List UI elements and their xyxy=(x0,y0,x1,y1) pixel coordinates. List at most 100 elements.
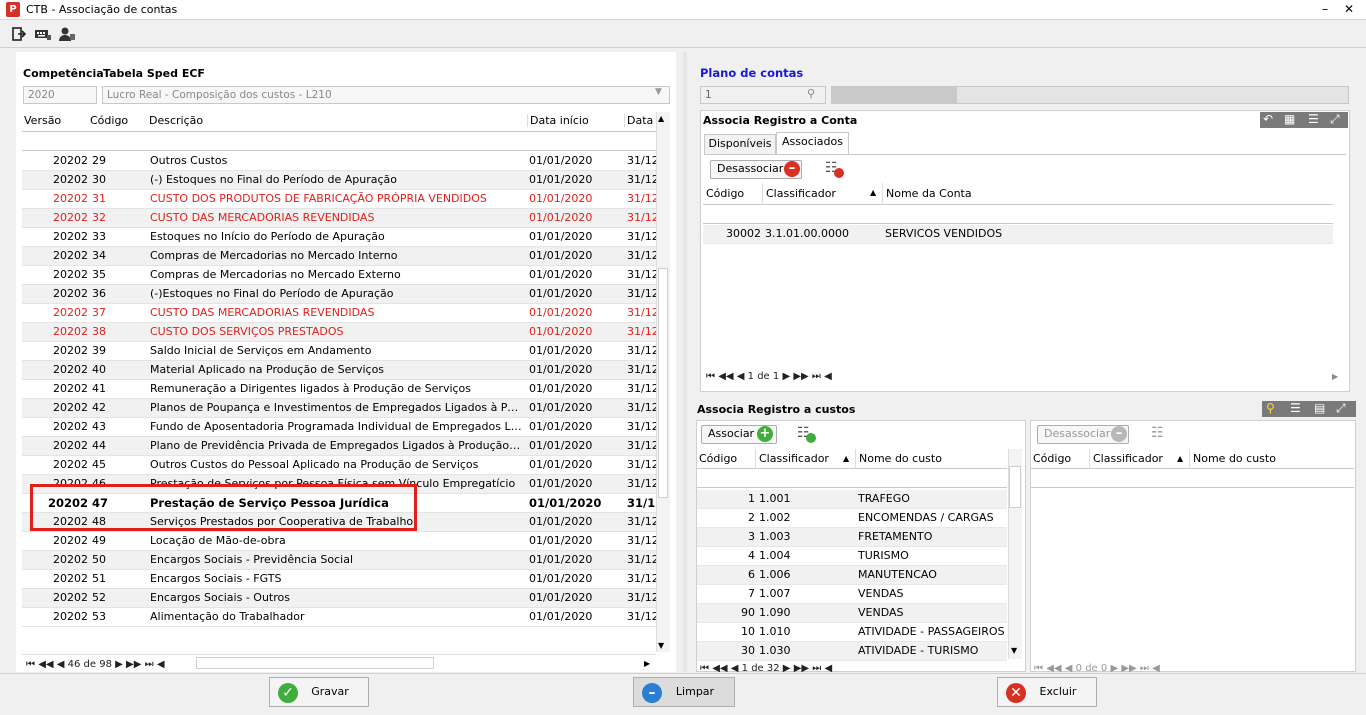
next-block-icon[interactable]: ▶▶ xyxy=(126,659,141,670)
custo-row[interactable]: 7 1.007 VENDAS xyxy=(697,585,1007,604)
list-view-icon[interactable]: ☰ xyxy=(1308,112,1319,126)
table-row[interactable]: 20202 51 Encargos Sociais - FGTS 01/01/2020… xyxy=(22,570,657,589)
minimize-button[interactable]: – xyxy=(1314,0,1336,20)
left-h-scroll-thumb[interactable] xyxy=(196,657,434,669)
chevron-down-icon[interactable]: ▼ xyxy=(655,87,662,97)
table-row[interactable]: 20202 50 Encargos Sociais - Previdência So… xyxy=(22,551,657,570)
conta-col-classificador[interactable]: Classificador xyxy=(762,183,836,205)
col-data[interactable]: Data xyxy=(624,114,653,127)
sort-asc-icon[interactable]: ▲ xyxy=(870,188,876,197)
prev-block-icon[interactable]: ◀◀ xyxy=(718,371,733,382)
custo-row[interactable]: 6 1.006 MANUTENCAO xyxy=(697,566,1007,585)
table-row[interactable]: 20202 45 Outros Custos do Pessoal Aplicado… xyxy=(22,456,657,475)
prev-block-icon[interactable]: ◀◀ xyxy=(38,659,53,670)
assoc-custos-col-codigo[interactable]: Código xyxy=(1033,452,1071,465)
table-row[interactable]: 20202 43 Fundo de Aposentadoria Programada… xyxy=(22,418,657,437)
search-icon[interactable]: ⚲ xyxy=(1266,401,1275,415)
scroll-left-icon[interactable]: ◀ xyxy=(157,659,165,670)
conta-col-codigo[interactable]: Código xyxy=(706,187,744,200)
calendar-icon[interactable]: ▤ xyxy=(1314,401,1325,415)
user-icon[interactable] xyxy=(58,26,76,42)
table-row[interactable]: 20202 37 CUSTO DAS MERCADORIAS REVENDIDAS 0… xyxy=(22,304,657,323)
table-row[interactable]: 20202 33 Estoques no Início do Período de … xyxy=(22,228,657,247)
filter-row[interactable] xyxy=(22,133,656,151)
table-row[interactable]: 20202 36 (-)Estoques no Final do Período d… xyxy=(22,285,657,304)
scroll-down-icon[interactable]: ▼ xyxy=(658,641,664,650)
expand-icon[interactable]: ⤢ xyxy=(1336,401,1346,416)
custo-row[interactable]: 2 1.002 ENCOMENDAS / CARGAS xyxy=(697,509,1007,528)
assoc-custos-filter-row[interactable] xyxy=(1031,470,1354,488)
table-row[interactable]: 20202 34 Compras de Mercadorias no Mercado… xyxy=(22,247,657,266)
excluir-button[interactable]: ✕ Excluir xyxy=(997,677,1097,707)
custos-col-classificador[interactable]: Classificador xyxy=(755,449,829,469)
remove-list-icon[interactable]: ☷ xyxy=(1151,425,1164,441)
custos-filter-row[interactable] xyxy=(697,470,1007,488)
table-row[interactable]: 20202 40 Material Aplicado na Produção de … xyxy=(22,361,657,380)
next-page-icon[interactable]: ▶ xyxy=(782,371,790,382)
table-row[interactable]: 20202 41 Remuneração a Dirigentes ligados … xyxy=(22,380,657,399)
conta-col-nome[interactable]: Nome da Conta xyxy=(882,183,972,205)
custos-col-codigo[interactable]: Código xyxy=(699,452,737,465)
table-row[interactable]: 20202 35 Compras de Mercadorias no Mercado… xyxy=(22,266,657,285)
keyboard-icon[interactable] xyxy=(34,26,52,42)
table-row[interactable]: 20202 49 Locação de Mão-de-obra 01/01/2020 3… xyxy=(22,532,657,551)
col-descricao[interactable]: Descrição xyxy=(149,114,203,127)
limpar-button[interactable]: – Limpar xyxy=(633,677,735,707)
custo-row[interactable]: 1 1.001 TRAFEGO xyxy=(697,490,1007,509)
table-row[interactable]: 20202 29 Outros Custos 01/01/2020 31/12 xyxy=(22,152,657,171)
assoc-custos-col-nome[interactable]: Nome do custo xyxy=(1189,449,1276,469)
cell-ver: 20202 xyxy=(53,534,88,547)
table-row[interactable]: 20202 32 CUSTO DAS MERCADORIAS REVENDIDAS 0… xyxy=(22,209,657,228)
scroll-down-icon[interactable]: ▼ xyxy=(1011,646,1017,655)
scroll-right-icon[interactable]: ▶ xyxy=(644,659,650,668)
custos-scroll-thumb[interactable] xyxy=(1009,466,1021,508)
table-row[interactable]: 20202 30 (-) Estoques no Final do Período … xyxy=(22,171,657,190)
last-page-icon[interactable]: ⏭ xyxy=(145,659,154,670)
col-versao[interactable]: Versão xyxy=(24,114,61,127)
table-row[interactable]: 20202 38 CUSTO DOS SERVIÇOS PRESTADOS 01/01… xyxy=(22,323,657,342)
scroll-right-icon[interactable]: ▶ xyxy=(1332,372,1338,381)
first-page-icon[interactable]: ⏮ xyxy=(26,659,35,670)
custo-row[interactable]: 10 1.010 ATIVIDADE - PASSAGEIROS xyxy=(697,623,1007,642)
scroll-up-icon[interactable]: ▲ xyxy=(658,114,664,123)
next-page-icon[interactable]: ▶ xyxy=(115,659,123,670)
panel-splitter[interactable] xyxy=(683,52,687,672)
sort-asc-icon[interactable]: ▲ xyxy=(843,454,849,463)
table-row[interactable]: 20202 44 Plano de Previdência Privada de E… xyxy=(22,437,657,456)
first-page-icon[interactable]: ⏮ xyxy=(706,371,715,382)
tabela-sped-select[interactable]: Lucro Real - Composição dos custos - L21… xyxy=(102,86,670,104)
table-row[interactable]: 20202 31 CUSTO DOS PRODUTOS DE FABRICAÇÃO … xyxy=(22,190,657,209)
tab-associados[interactable]: Associados xyxy=(776,132,849,155)
custo-row[interactable]: 90 1.090 VENDAS xyxy=(697,604,1007,623)
grid-view-icon[interactable]: ▦ xyxy=(1284,112,1295,126)
custo-row[interactable]: 30 1.030 ATIVIDADE - TURISMO xyxy=(697,642,1007,661)
conta-filter-row[interactable] xyxy=(703,206,1333,224)
last-page-icon[interactable]: ⏭ xyxy=(812,371,821,382)
prev-page-icon[interactable]: ◀ xyxy=(57,659,65,670)
table-row[interactable]: 20202 52 Encargos Sociais - Outros 01/01/20… xyxy=(22,589,657,608)
sort-asc-icon[interactable]: ▲ xyxy=(1177,454,1183,463)
next-block-icon[interactable]: ▶▶ xyxy=(793,371,808,382)
custos-col-nome[interactable]: Nome do custo xyxy=(855,449,942,469)
left-scroll-thumb[interactable] xyxy=(658,268,668,498)
custo-row[interactable]: 4 1.004 TURISMO xyxy=(697,547,1007,566)
undo-icon[interactable]: ↶ xyxy=(1263,112,1273,126)
conta-row[interactable]: 30002 3.1.01.00.0000 SERVICOS VENDIDOS xyxy=(703,225,1333,244)
list-view-icon[interactable]: ☰ xyxy=(1290,401,1301,415)
table-row[interactable]: 20202 53 Alimentação do Trabalhador 01/01/2… xyxy=(22,608,657,627)
tab-disponiveis[interactable]: Disponíveis xyxy=(704,134,776,155)
gravar-button[interactable]: ✓ Gravar xyxy=(269,677,369,707)
assoc-custos-col-classificador[interactable]: Classificador xyxy=(1089,449,1163,469)
custo-row[interactable]: 3 1.003 FRETAMENTO xyxy=(697,528,1007,547)
table-row[interactable]: 20202 42 Planos de Poupança e Investimento… xyxy=(22,399,657,418)
scroll-left-icon[interactable]: ◀ xyxy=(824,371,832,382)
close-button[interactable]: ✕ xyxy=(1338,0,1360,20)
search-icon[interactable]: ⚲ xyxy=(807,87,815,100)
competencia-field[interactable]: 2020 xyxy=(23,86,97,104)
exit-icon[interactable] xyxy=(10,26,28,42)
expand-icon[interactable]: ⤢ xyxy=(1330,112,1340,127)
col-codigo[interactable]: Código xyxy=(90,114,128,127)
table-row[interactable]: 20202 39 Saldo Inicial de Serviços em Anda… xyxy=(22,342,657,361)
col-data-inicio[interactable]: Data início xyxy=(527,114,589,127)
prev-page-icon[interactable]: ◀ xyxy=(737,371,745,382)
